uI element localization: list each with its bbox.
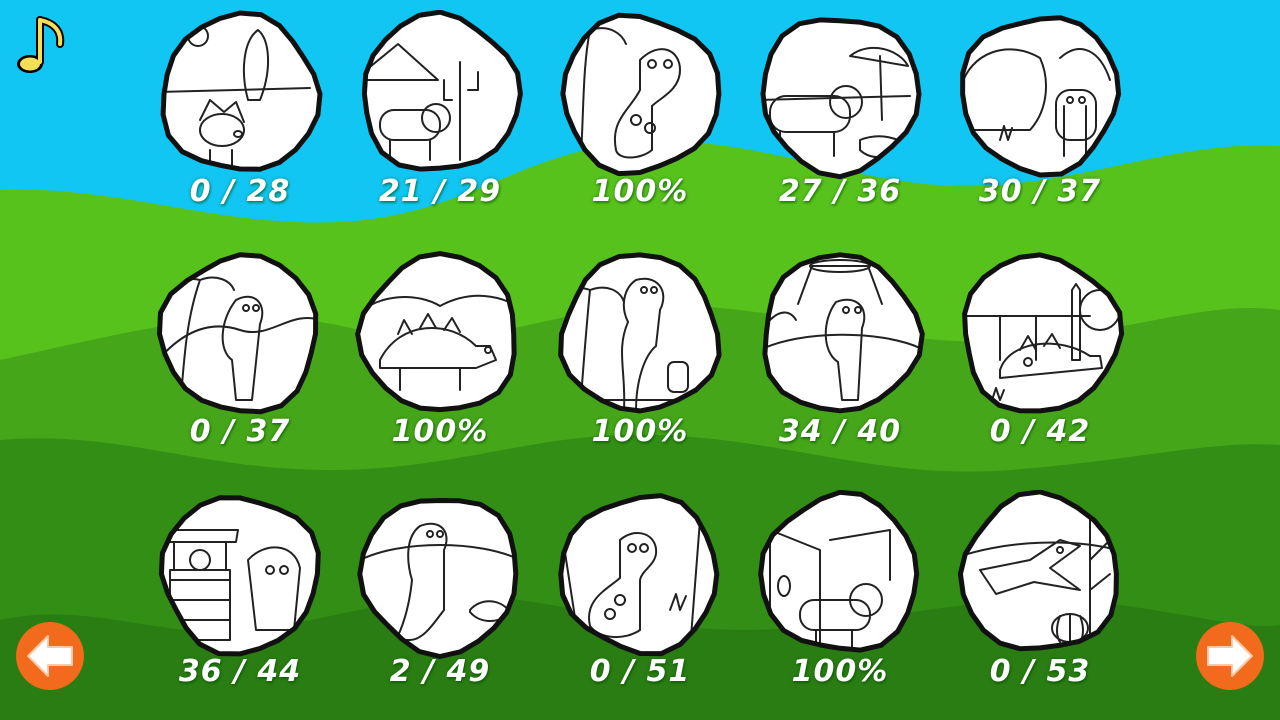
coloring-page-card[interactable]: 100% <box>340 250 540 470</box>
progress-label: 21 / 29 <box>378 174 502 209</box>
coloring-page-card[interactable]: 36 / 44 <box>140 490 340 710</box>
coloring-page-thumbnail <box>361 10 523 172</box>
coloring-page-thumbnail <box>357 498 519 659</box>
progress-label: 0 / 42 <box>989 414 1091 449</box>
next-page-button[interactable] <box>1194 620 1266 692</box>
coloring-page-card[interactable]: 27 / 36 <box>740 10 940 230</box>
coloring-page-card[interactable]: 30 / 37 <box>940 10 1140 230</box>
progress-label: 34 / 40 <box>778 414 902 449</box>
coloring-page-thumbnail <box>558 252 722 414</box>
coloring-page-thumbnail <box>160 10 323 172</box>
progress-label: 100% <box>591 174 689 209</box>
coloring-page-card[interactable]: 2 / 49 <box>340 490 540 710</box>
progress-label: 36 / 44 <box>178 654 302 689</box>
progress-label: 27 / 36 <box>778 174 902 209</box>
progress-label: 100% <box>591 414 689 449</box>
coloring-page-thumbnail <box>760 17 922 180</box>
arrow-right-icon <box>1196 622 1264 690</box>
coloring-page-thumbnail <box>762 252 925 414</box>
coloring-page-thumbnail <box>758 490 920 653</box>
coloring-page-card[interactable]: 0 / 51 <box>540 490 740 710</box>
coloring-page-thumbnail <box>560 12 722 177</box>
prev-page-button[interactable] <box>14 620 86 692</box>
coloring-page-thumbnail <box>962 252 1125 414</box>
progress-label: 0 / 51 <box>589 654 691 689</box>
coloring-page-card[interactable]: 0 / 53 <box>940 490 1140 710</box>
music-button[interactable] <box>10 10 68 76</box>
progress-label: 0 / 53 <box>989 654 1091 689</box>
coloring-page-card[interactable]: 100% <box>740 490 940 710</box>
arrow-left-icon <box>16 622 84 690</box>
progress-label: 100% <box>791 654 889 689</box>
coloring-page-card[interactable]: 34 / 40 <box>740 250 940 470</box>
coloring-page-thumbnail <box>157 252 319 415</box>
coloring-page-card[interactable]: 0 / 37 <box>140 250 340 470</box>
coloring-page-card[interactable]: 100% <box>540 10 740 230</box>
coloring-page-card[interactable]: 100% <box>540 250 740 470</box>
music-note-icon <box>17 16 65 73</box>
progress-label: 0 / 28 <box>189 174 291 209</box>
coloring-page-card[interactable]: 0 / 42 <box>940 250 1140 470</box>
progress-label: 2 / 49 <box>389 654 491 689</box>
coloring-page-card[interactable]: 21 / 29 <box>340 10 540 230</box>
progress-label: 100% <box>391 414 489 449</box>
progress-label: 0 / 37 <box>189 414 291 449</box>
coloring-page-thumbnail <box>158 495 321 657</box>
progress-label: 30 / 37 <box>978 174 1102 209</box>
coloring-page-card[interactable]: 0 / 28 <box>140 10 340 230</box>
coloring-page-thumbnail <box>960 15 1122 178</box>
coloring-page-thumbnail <box>957 490 1119 652</box>
coloring-page-thumbnail <box>558 493 720 657</box>
coloring-page-thumbnail <box>355 251 517 413</box>
